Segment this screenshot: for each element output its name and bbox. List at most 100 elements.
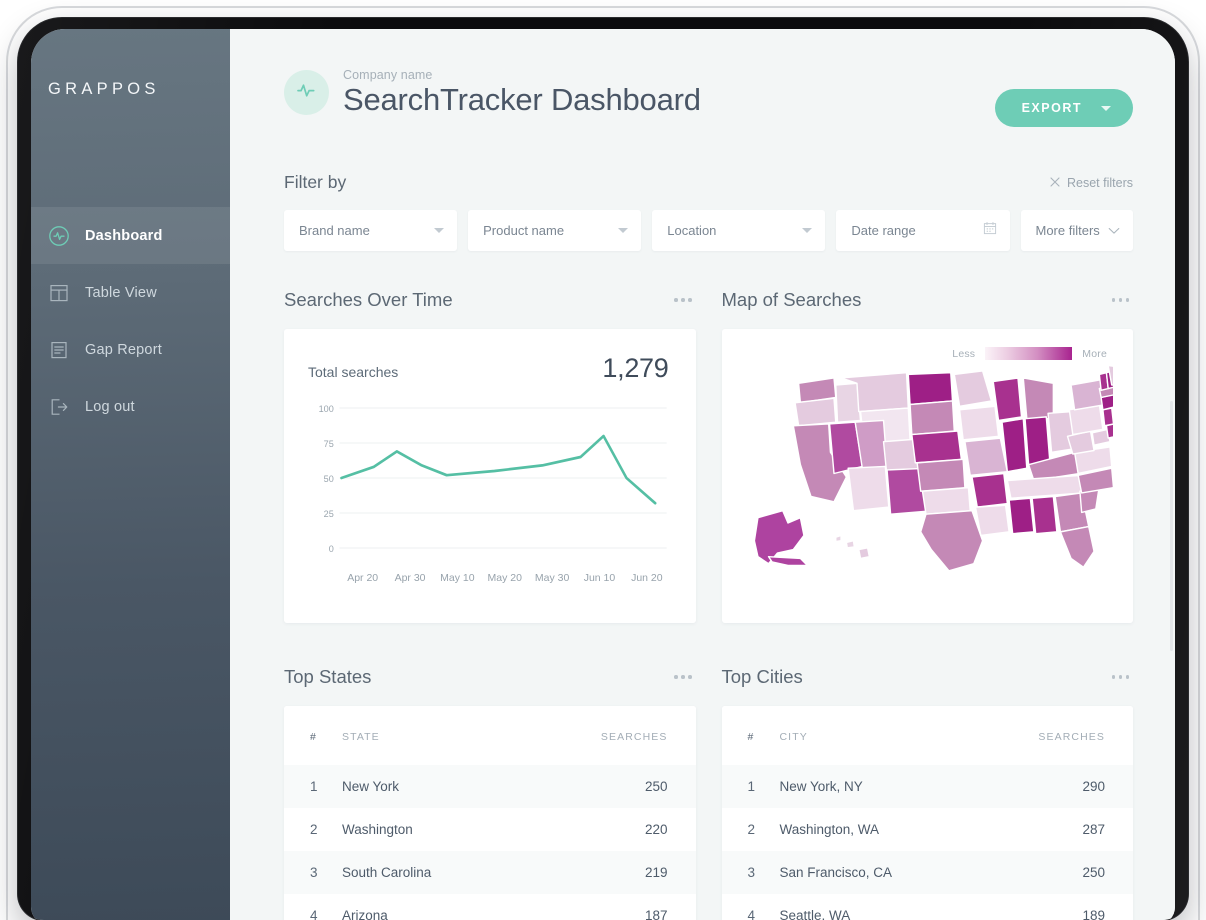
top-cities-panel: Top Cities # CITY SEARCHES <box>722 662 1134 920</box>
filter-more-filters[interactable]: More filters <box>1021 210 1133 251</box>
filter-product-name[interactable]: Product name <box>468 210 641 251</box>
page-title: SearchTracker Dashboard <box>343 83 701 118</box>
sidebar-item-table-view[interactable]: Table View <box>31 264 230 321</box>
map-of-searches-panel: Map of Searches Less More <box>722 285 1134 623</box>
x-tick: May 10 <box>434 572 481 584</box>
filter-label: Product name <box>483 223 564 238</box>
chevron-down-icon <box>618 228 628 233</box>
chevron-down-icon <box>1108 222 1120 240</box>
table-row[interactable]: 2 Washington 220 <box>284 808 696 851</box>
table-row[interactable]: 2 Washington, WA 287 <box>722 808 1134 851</box>
svg-text:25: 25 <box>324 509 334 519</box>
sidebar: GRAPPOS Dashboard <box>31 29 230 920</box>
table-row[interactable]: 1 New York, NY 290 <box>722 765 1134 808</box>
x-tick: Apr 30 <box>386 572 433 584</box>
sidebar-item-gap-report[interactable]: Gap Report <box>31 321 230 378</box>
sidebar-item-log-out[interactable]: Log out <box>31 378 230 435</box>
panel-title: Top Cities <box>722 666 803 688</box>
filter-label: Brand name <box>299 223 370 238</box>
sidebar-item-label: Log out <box>85 399 135 415</box>
cards-row-top: Searches Over Time Total searches 1,279 <box>284 285 1133 623</box>
cell-searches: 220 <box>519 808 696 851</box>
top-cities-table: # CITY SEARCHES 1 New York, NY <box>722 706 1134 920</box>
searches-over-time-panel: Searches Over Time Total searches 1,279 <box>284 285 696 623</box>
sidebar-item-dashboard[interactable]: Dashboard <box>31 207 230 264</box>
sidebar-item-label: Dashboard <box>85 228 163 244</box>
cell-searches: 187 <box>519 894 696 920</box>
page-header: Company name SearchTracker Dashboard EXP… <box>284 68 1133 127</box>
x-tick: May 30 <box>528 572 575 584</box>
cell-rank: 3 <box>284 851 342 894</box>
filter-brand-name[interactable]: Brand name <box>284 210 457 251</box>
us-choropleth-map[interactable] <box>742 366 1114 581</box>
main-content: Company name SearchTracker Dashboard EXP… <box>230 29 1175 920</box>
cell-rank: 3 <box>722 851 780 894</box>
table-body: 1 New York, NY 290 2 Washington, WA 287 <box>722 765 1134 920</box>
company-name-label: Company name <box>343 68 701 82</box>
sidebar-item-label: Table View <box>85 285 157 301</box>
svg-text:75: 75 <box>324 439 334 449</box>
cell-searches: 250 <box>956 851 1133 894</box>
content-scrollbar[interactable] <box>1170 401 1173 651</box>
x-tick: Jun 20 <box>623 572 670 584</box>
activity-circle-icon <box>48 225 70 247</box>
total-searches-label: Total searches <box>308 364 398 380</box>
filter-label: Location <box>667 223 716 238</box>
panel-title: Searches Over Time <box>284 289 453 311</box>
logout-icon <box>48 396 70 418</box>
table-row[interactable]: 3 South Carolina 219 <box>284 851 696 894</box>
sidebar-nav: Dashboard Table View <box>31 207 230 435</box>
table-row[interactable]: 1 New York 250 <box>284 765 696 808</box>
ellipsis-icon[interactable] <box>1110 669 1132 685</box>
activity-pulse-icon <box>294 77 320 108</box>
cell-city: Seattle, WA <box>780 894 957 920</box>
cell-rank: 1 <box>722 765 780 808</box>
table-row[interactable]: 4 Arizona 187 <box>284 894 696 920</box>
panel-header: Top Cities <box>722 662 1134 692</box>
sidebar-item-label: Gap Report <box>85 342 162 358</box>
cell-searches: 250 <box>519 765 696 808</box>
x-tick: Jun 10 <box>576 572 623 584</box>
panel-title: Top States <box>284 666 371 688</box>
top-states-table-card: # STATE SEARCHES 1 New York <box>284 706 696 920</box>
svg-text:0: 0 <box>329 544 334 554</box>
cell-rank: 1 <box>284 765 342 808</box>
cell-city: San Francisco, CA <box>780 851 957 894</box>
ellipsis-icon[interactable] <box>672 669 694 685</box>
column-header-searches: SEARCHES <box>956 706 1133 765</box>
x-axis-labels: Apr 20 Apr 30 May 10 May 20 May 30 Jun 1… <box>339 572 671 584</box>
reset-filters-button[interactable]: Reset filters <box>1050 176 1133 190</box>
ellipsis-icon[interactable] <box>672 292 694 308</box>
calendar-icon <box>983 221 997 240</box>
panel-header: Map of Searches <box>722 285 1134 315</box>
table-row[interactable]: 4 Seattle, WA 189 <box>722 894 1134 920</box>
filter-header: Filter by Reset filters <box>284 172 1133 193</box>
panel-title: Map of Searches <box>722 289 862 311</box>
column-header-state: STATE <box>342 706 519 765</box>
ellipsis-icon[interactable] <box>1110 292 1132 308</box>
top-states-panel: Top States # STATE SEARCHES <box>284 662 696 920</box>
export-button[interactable]: EXPORT <box>995 89 1133 127</box>
column-header-rank: # <box>722 706 780 765</box>
screenshot-stage: GRAPPOS Dashboard <box>0 0 1206 920</box>
filter-date-range[interactable]: Date range <box>836 210 1009 251</box>
line-chart-card: Total searches 1,279 <box>284 329 696 623</box>
filter-by-label: Filter by <box>284 172 346 193</box>
cell-rank: 2 <box>722 808 780 851</box>
filter-label: More filters <box>1036 223 1100 238</box>
panel-header: Searches Over Time <box>284 285 696 315</box>
svg-text:100: 100 <box>319 404 334 414</box>
x-tick: May 20 <box>481 572 528 584</box>
filter-location[interactable]: Location <box>652 210 825 251</box>
tablet-screen: GRAPPOS Dashboard <box>31 29 1175 920</box>
filter-row: Brand name Product name Location Da <box>284 210 1133 251</box>
cell-searches: 287 <box>956 808 1133 851</box>
cell-state: New York <box>342 765 519 808</box>
legend-more-label: More <box>1082 348 1107 360</box>
cell-searches: 219 <box>519 851 696 894</box>
cell-state: Arizona <box>342 894 519 920</box>
table-row[interactable]: 3 San Francisco, CA 250 <box>722 851 1134 894</box>
total-searches-value: 1,279 <box>602 353 668 384</box>
table-header: # STATE SEARCHES <box>284 706 696 765</box>
cards-row-bottom: Top States # STATE SEARCHES <box>284 662 1133 920</box>
